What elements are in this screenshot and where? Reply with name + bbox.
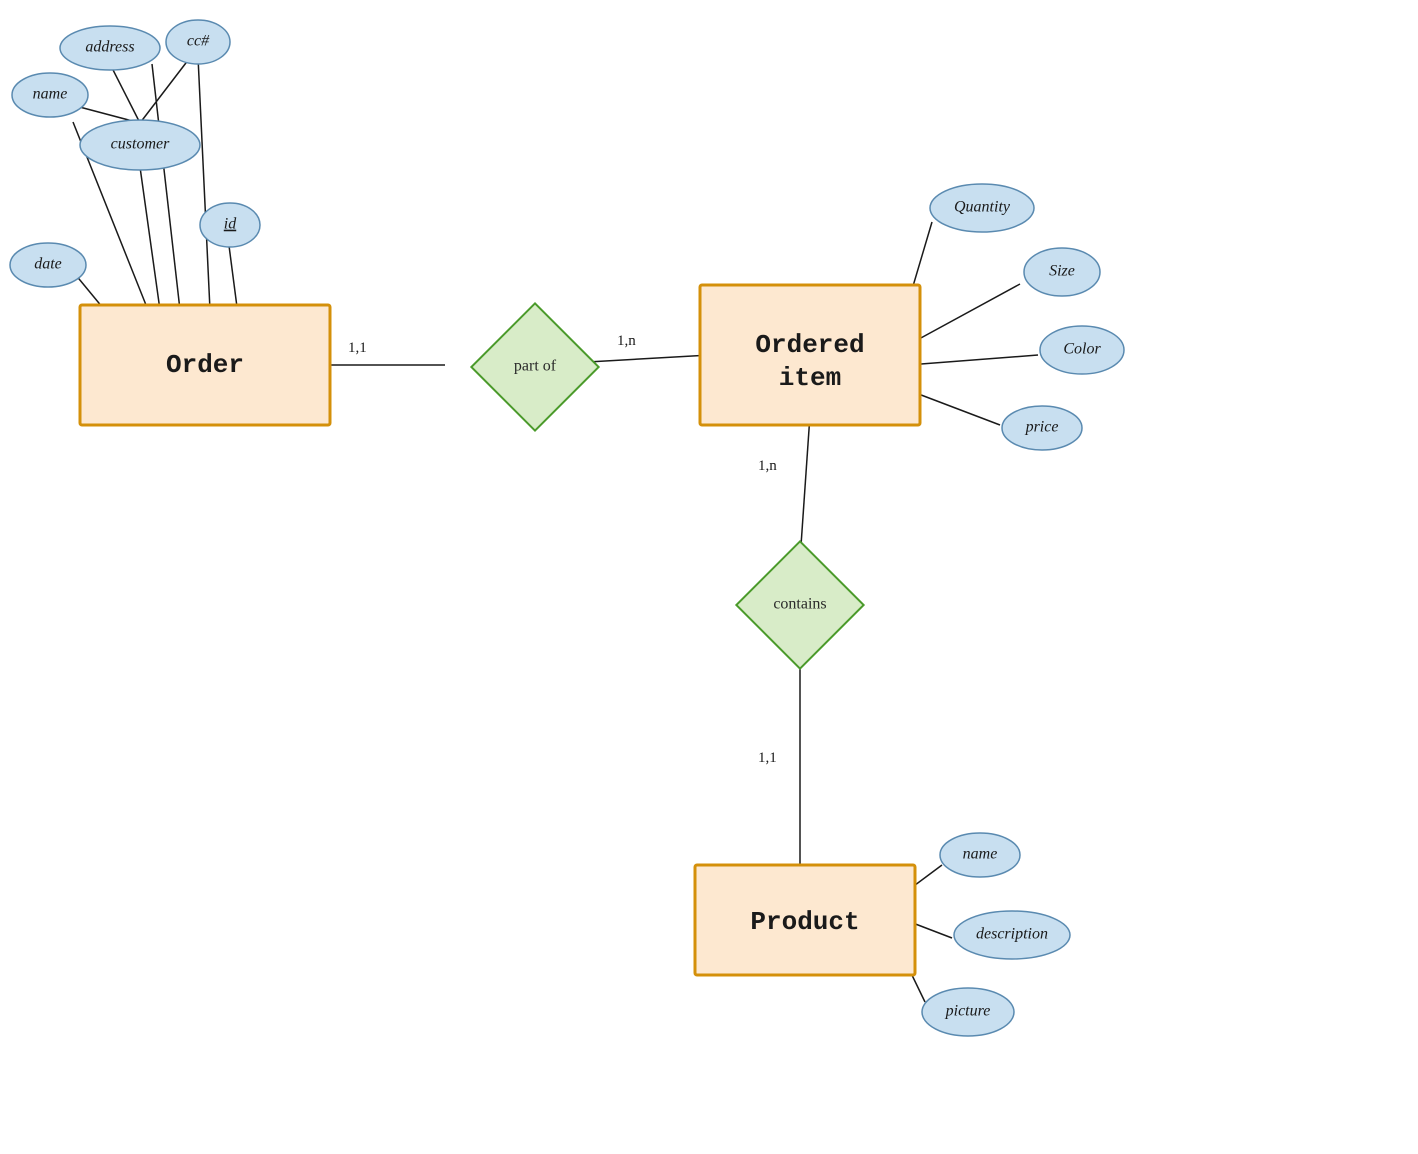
line-customer-cc <box>140 55 192 123</box>
cardinality-partof-ordereditem: 1,n <box>617 333 636 349</box>
cardinality-ordereditem-contains: 1,n <box>758 458 777 474</box>
line-customer-address <box>109 62 140 123</box>
cardinality-contains-product: 1,1 <box>758 750 777 766</box>
attr-quantity-label: Quantity <box>954 199 1011 216</box>
attr-prod-name-label: name <box>963 846 998 863</box>
line-oi-color <box>908 355 1038 365</box>
attr-cc-label: cc# <box>187 33 210 50</box>
relation-partof-label: part of <box>514 358 557 375</box>
relation-partof: part of <box>471 303 598 430</box>
attr-size-label: Size <box>1049 263 1075 280</box>
attr-prod-picture-label: picture <box>945 1003 991 1020</box>
line-ordereditem-contains <box>800 415 810 560</box>
attr-customer-label: customer <box>111 136 170 153</box>
attr-address-label: address <box>85 39 134 56</box>
attr-color-label: Color <box>1063 341 1101 358</box>
entity-ordered-item-label2: item <box>779 363 841 393</box>
relation-contains: contains <box>736 541 863 668</box>
line-order-customer <box>140 167 160 310</box>
entity-product-label: Product <box>750 907 859 937</box>
er-diagram: 1,1 1,n 1,n 1,1 Order Ordered item Produ… <box>0 0 1418 1154</box>
line-order-cc <box>198 57 210 310</box>
entity-order-label: Order <box>166 350 244 380</box>
relation-contains-label: contains <box>773 596 826 613</box>
line-oi-size <box>908 284 1020 345</box>
cardinality-order-partof: 1,1 <box>348 340 367 356</box>
attr-id-label: id <box>224 216 237 233</box>
attr-name-label: name <box>33 86 68 103</box>
attr-prod-desc-label: description <box>976 926 1048 943</box>
attr-price-label: price <box>1025 419 1059 436</box>
attr-date-label: date <box>34 256 62 273</box>
entity-ordered-item-label1: Ordered <box>755 330 864 360</box>
line-oi-price <box>908 390 1000 425</box>
